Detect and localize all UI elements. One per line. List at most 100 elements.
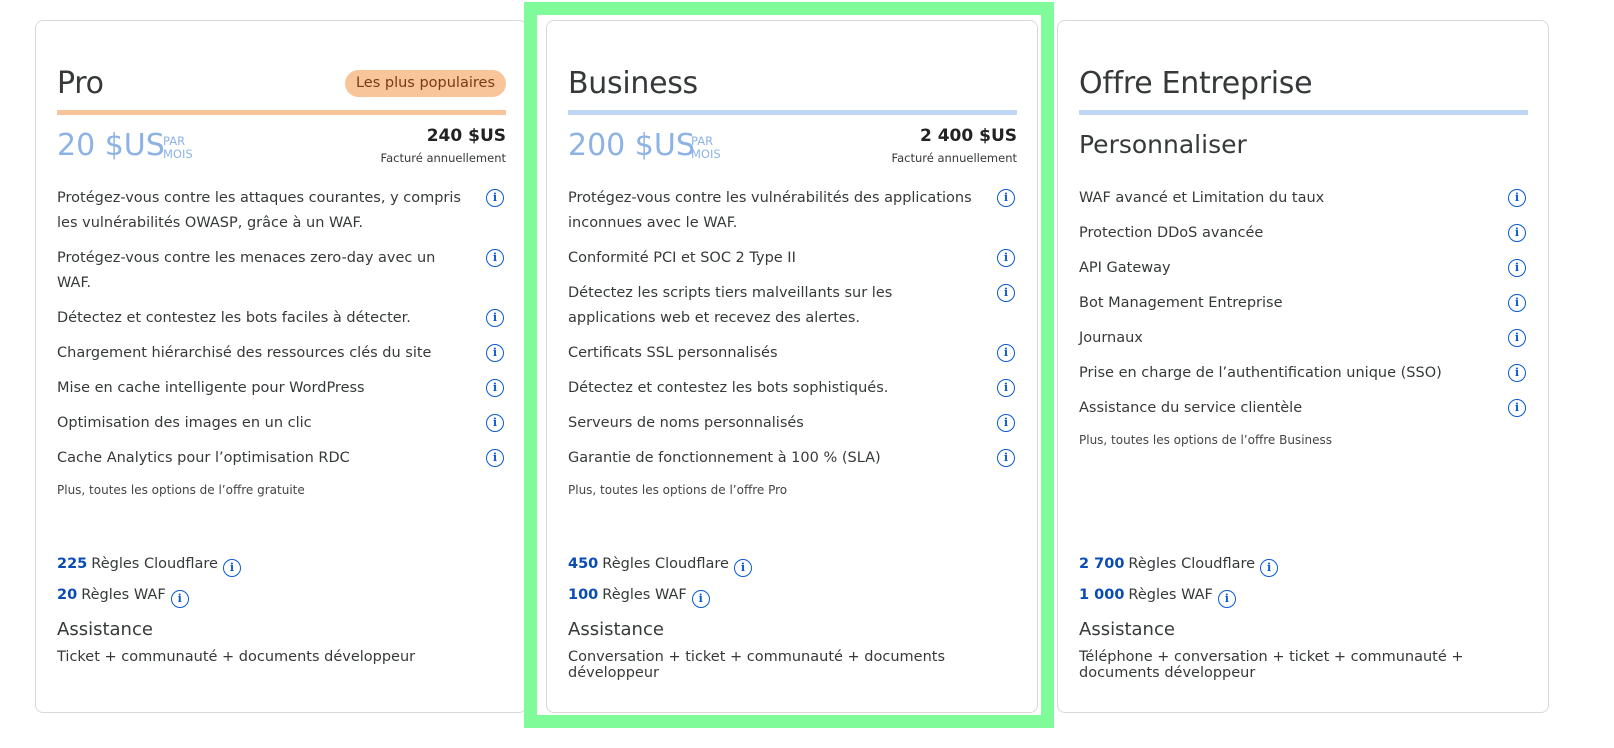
feature-item: Détectez et contestez les bots sophistiq… — [568, 376, 1017, 401]
info-icon[interactable]: i — [222, 559, 241, 577]
feature-text: WAF avancé et Limitation du taux — [1079, 190, 1325, 206]
feature-item: Détectez et contestez les bots faciles à… — [57, 306, 506, 331]
feature-text: Détectez et contestez les bots faciles à… — [57, 310, 411, 326]
plan-divider — [1079, 110, 1528, 115]
feature-text: Détectez les scripts tiers malveillants … — [568, 285, 893, 326]
assistance-title: Assistance — [57, 619, 153, 640]
info-icon[interactable]: i — [997, 414, 1015, 432]
feature-text: Garantie de fonctionnement à 100 % (SLA) — [568, 450, 881, 466]
info-icon[interactable]: i — [997, 249, 1015, 267]
per-month-label: PAR MOIS — [691, 135, 721, 161]
popular-badge: Les plus populaires — [344, 70, 506, 97]
info-icon[interactable]: i — [997, 344, 1015, 362]
feature-text: Optimisation des images en un clic — [57, 415, 312, 431]
info-icon[interactable]: i — [997, 189, 1015, 207]
info-icon[interactable]: i — [170, 590, 189, 608]
billed-annually-note: Facturé annuellement — [380, 151, 506, 165]
assistance-text: Téléphone + conversation + ticket + comm… — [1079, 649, 1464, 681]
assistance-title: Assistance — [568, 619, 664, 640]
feature-text: Prise en charge de l’authentification un… — [1079, 365, 1442, 381]
info-icon[interactable]: i — [1508, 259, 1526, 277]
feature-text: Bot Management Entreprise — [1079, 295, 1283, 311]
feature-text: Détectez et contestez les bots sophistiq… — [568, 380, 889, 396]
plan-header: Pro Les plus populaires — [57, 67, 506, 101]
plus-note: Plus, toutes les options de l’offre Pro — [568, 483, 788, 497]
feature-text: Conformité PCI et SOC 2 Type II — [568, 250, 796, 266]
feature-text: Protégez-vous contre les menaces zero-da… — [57, 250, 436, 291]
feature-item: Journaux i — [1079, 326, 1528, 351]
info-icon[interactable]: i — [486, 189, 504, 207]
cloudflare-rules: 225 Règles Cloudflare i — [57, 552, 506, 583]
rule-label: Règles Cloudflare — [1128, 556, 1256, 572]
feature-item: Mise en cache intelligente pour WordPres… — [57, 376, 506, 401]
waf-rules: 100 Règles WAF i — [568, 583, 1017, 614]
waf-rules: 20 Règles WAF i — [57, 583, 506, 614]
plan-header: Offre Entreprise — [1079, 67, 1528, 101]
pricing-page: Pro Les plus populaires 20 $US PAR MOIS … — [0, 0, 1614, 748]
rule-label: Règles WAF — [81, 587, 166, 603]
plus-note: Plus, toutes les options de l’offre grat… — [57, 483, 305, 497]
feature-list: WAF avancé et Limitation du taux i Protec… — [1079, 186, 1528, 449]
assistance-title: Assistance — [1079, 619, 1175, 640]
feature-item: Serveurs de noms personnalisés i — [568, 411, 1017, 436]
info-icon[interactable]: i — [691, 590, 710, 608]
feature-item: Protégez-vous contre les vulnérabilités … — [568, 186, 1017, 236]
info-icon[interactable]: i — [1260, 559, 1279, 577]
info-icon[interactable]: i — [997, 449, 1015, 467]
plan-divider — [568, 110, 1017, 115]
rules-list: 2 700 Règles Cloudflare i 1 000 Règles WAF i — [1079, 552, 1528, 614]
rule-count: 1 000 — [1079, 587, 1125, 603]
feature-item: Cache Analytics pour l’optimisation RDC i — [57, 446, 506, 471]
feature-text: Cache Analytics pour l’optimisation RDC — [57, 450, 350, 466]
info-icon[interactable]: i — [1508, 224, 1526, 242]
feature-item: Optimisation des images en un clic i — [57, 411, 506, 436]
info-icon[interactable]: i — [1508, 364, 1526, 382]
feature-item: Assistance du service clientèle i — [1079, 396, 1528, 421]
feature-item: Conformité PCI et SOC 2 Type II i — [568, 246, 1017, 271]
feature-item: Bot Management Entreprise i — [1079, 291, 1528, 316]
info-icon[interactable]: i — [486, 309, 504, 327]
feature-text: Protection DDoS avancée — [1079, 225, 1264, 241]
plan-name: Business — [568, 66, 698, 101]
rule-label: Règles Cloudflare — [602, 556, 729, 572]
info-icon[interactable]: i — [1508, 329, 1526, 347]
info-icon[interactable]: i — [486, 449, 504, 467]
info-icon[interactable]: i — [1217, 590, 1236, 608]
cloudflare-rules: 450 Règles Cloudflare i — [568, 552, 1017, 583]
monthly-price: 20 $US — [57, 128, 165, 163]
rule-label: Règles WAF — [602, 587, 687, 603]
info-icon[interactable]: i — [486, 344, 504, 362]
feature-item: Certificats SSL personnalisés i — [568, 341, 1017, 366]
assistance-text: Conversation + ticket + communauté + doc… — [568, 649, 946, 681]
feature-text: Serveurs de noms personnalisés — [568, 415, 804, 431]
feature-item: Chargement hiérarchisé des ressources cl… — [57, 341, 506, 366]
info-icon[interactable]: i — [1508, 399, 1526, 417]
feature-item: Détectez les scripts tiers malveillants … — [568, 281, 1017, 331]
info-icon[interactable]: i — [486, 414, 504, 432]
assistance-text: Ticket + communauté + documents développ… — [57, 649, 416, 665]
annual-amount: 2 400 $US — [919, 126, 1017, 146]
rule-label: Règles WAF — [1128, 587, 1213, 603]
feature-text: Assistance du service clientèle — [1079, 400, 1303, 416]
rule-count: 450 — [568, 556, 599, 572]
info-icon[interactable]: i — [486, 249, 504, 267]
info-icon[interactable]: i — [733, 559, 752, 577]
info-icon[interactable]: i — [1508, 189, 1526, 207]
rule-count: 20 — [57, 587, 78, 603]
feature-text: Journaux — [1079, 330, 1143, 346]
info-icon[interactable]: i — [486, 379, 504, 397]
feature-text: Mise en cache intelligente pour WordPres… — [57, 380, 365, 396]
feature-item: Protégez-vous contre les attaques couran… — [57, 186, 506, 236]
cloudflare-rules: 2 700 Règles Cloudflare i — [1079, 552, 1528, 583]
rules-list: 450 Règles Cloudflare i 100 Règles WAF i — [568, 552, 1017, 614]
rule-count: 225 — [57, 556, 88, 572]
info-icon[interactable]: i — [997, 379, 1015, 397]
month-label: MOIS — [691, 147, 721, 161]
rule-count: 2 700 — [1079, 556, 1125, 572]
price-row: 20 $US PAR MOIS 240 $US Facturé annuelle… — [57, 126, 506, 173]
feature-item: Prise en charge de l’authentification un… — [1079, 361, 1528, 386]
info-icon[interactable]: i — [997, 284, 1015, 302]
per-month-label: PAR MOIS — [163, 135, 193, 161]
info-icon[interactable]: i — [1508, 294, 1526, 312]
feature-item: Protégez-vous contre les menaces zero-da… — [57, 246, 506, 296]
